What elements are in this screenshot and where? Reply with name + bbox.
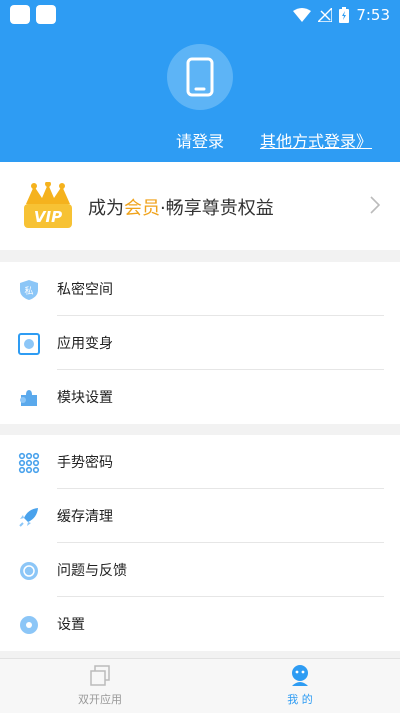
avatar[interactable] [167,44,233,110]
status-bar: 7:53 [0,0,400,30]
notification-icon [10,5,30,24]
status-time: 7:53 [356,6,390,24]
rocket-icon [19,508,38,527]
vip-prefix: 成为 [88,198,124,219]
profile-header: 7:53 请登录 其他方式登录》 [0,0,400,162]
svg-text:私: 私 [24,286,33,297]
phone-icon [186,57,214,97]
shield-icon: 私 [20,280,38,300]
tab-me[interactable]: 我 的 [200,659,400,713]
dual-apps-icon [90,665,110,686]
menu-item-label: 模块设置 [57,390,113,406]
menu-item-settings[interactable]: 设置 [0,597,400,651]
other-login-link[interactable]: 其他方式登录》 [260,128,372,152]
menu-item-label: 手势密码 [57,455,113,471]
menu-item-label: 应用变身 [57,336,113,352]
tab-label: 我 的 [287,693,313,706]
menu-group-1: 私 私密空间 应用变身 模块设置 [0,262,400,424]
menu-item-feedback[interactable]: 问题与反馈 [0,543,400,597]
bottom-tab-bar: 双开应用 我 的 [0,658,400,713]
tab-dual-apps[interactable]: 双开应用 [0,659,200,713]
vip-badge-text: VIP [34,208,62,226]
settings-icon [20,616,38,634]
notification-icon [36,5,56,24]
menu-item-cache-clean[interactable]: 缓存清理 [0,489,400,543]
vip-crown-icon: VIP [24,182,72,228]
vip-highlight: 会员 [124,198,160,219]
vip-suffix: ·畅享尊贵权益 [160,198,274,219]
chevron-right-icon [370,196,380,214]
gesture-grid-icon [18,452,40,474]
puzzle-icon [20,390,37,406]
menu-item-app-transform[interactable]: 应用变身 [0,316,400,370]
menu-group-2: 手势密码 缓存清理 问题与反馈 设置 [0,435,400,651]
vip-text: 成为会员·畅享尊贵权益 [88,194,274,220]
menu-item-private-space[interactable]: 私 私密空间 [0,262,400,316]
menu-item-label: 问题与反馈 [57,563,127,579]
vip-banner[interactable]: VIP 成为会员·畅享尊贵权益 [0,162,400,250]
menu-item-label: 缓存清理 [57,509,113,525]
login-link[interactable]: 请登录 [176,128,224,152]
profile-icon [292,665,308,686]
menu-item-label: 私密空间 [57,282,113,298]
menu-item-label: 设置 [57,617,85,633]
wifi-icon [293,8,312,22]
transform-icon [18,333,40,355]
menu-item-module-settings[interactable]: 模块设置 [0,370,400,424]
battery-icon [339,7,350,23]
feedback-icon [20,562,38,580]
menu-item-gesture-password[interactable]: 手势密码 [0,435,400,489]
tab-label: 双开应用 [78,693,122,706]
no-signal-icon [318,8,333,22]
